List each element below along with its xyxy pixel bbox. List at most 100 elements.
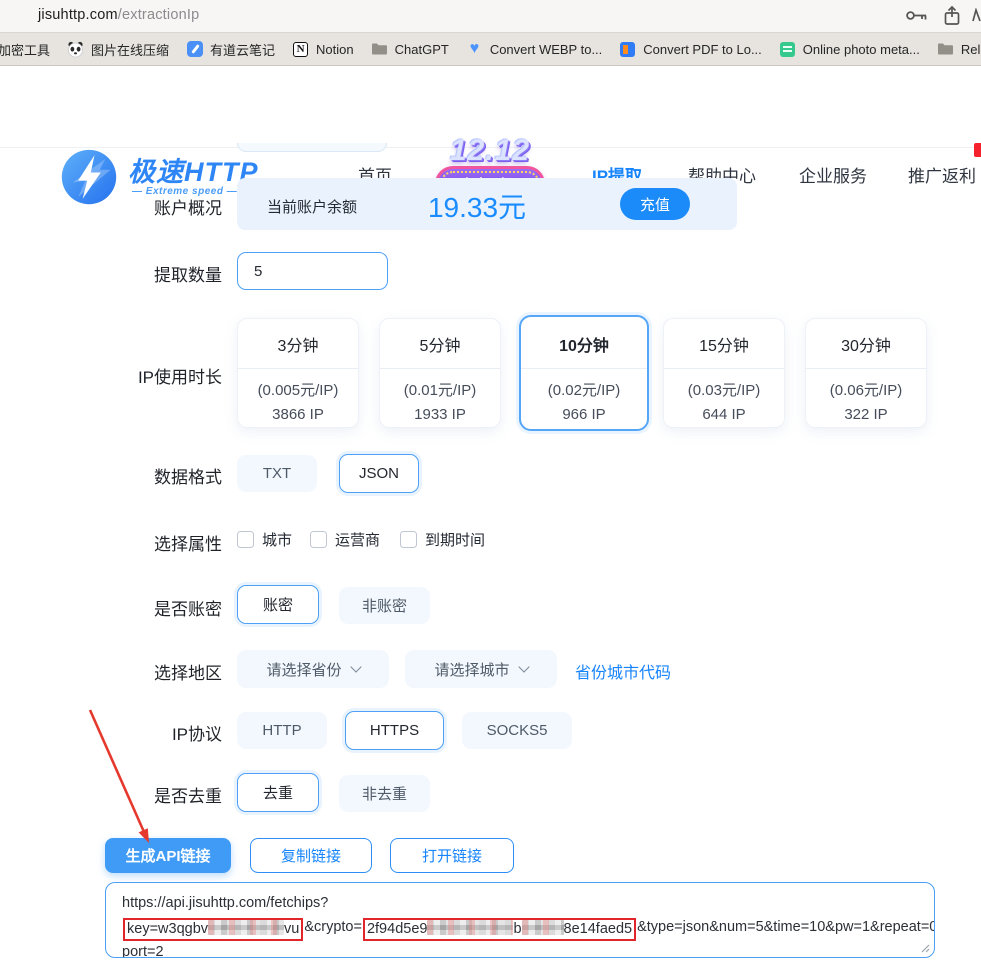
pixelated-crypto-blur [427,919,514,935]
auth-label: 是否账密 [154,600,222,619]
bookmark-youdao-note[interactable]: 有道云笔记 [186,40,275,59]
checkbox-box[interactable] [310,531,327,548]
duration-price: (0.005元/IP) [257,382,339,399]
bookmark-convert-webp[interactable]: ♥ Convert WEBP to... [466,40,603,58]
duration-count: 322 IP [844,406,888,423]
protocol-label: IP协议 [171,725,222,744]
browser-chrome: jisuhttp.com/extractionIp [0,0,981,33]
city-select[interactable]: 请选择城市 [405,650,557,688]
checkbox-label: 到期时间 [425,532,486,549]
duration-count: 1933 IP [414,406,466,423]
api-url-params: &type=json&num=5&time=10&pw=1&repeat=0& [637,918,935,935]
bookmark-chatgpt-folder[interactable]: ChatGPT [371,41,449,58]
protocol-option-https-selected[interactable]: HTTPS [345,711,444,750]
bookmark-notion[interactable]: N Notion [292,41,354,58]
generate-api-link-button[interactable]: 生成API链接 [105,838,231,873]
bookmark-label: 有道云笔记 [210,42,276,58]
checkbox-expire-time[interactable]: 到期时间 [400,529,485,550]
crypto-param-label: &crypto= [304,918,362,935]
protocol-option-socks5[interactable]: SOCKS5 [462,712,572,749]
bookmark-label: 加密工具 [0,42,51,58]
url-path: /extractionIp [117,7,200,23]
auth-option-no-account[interactable]: 非账密 [339,587,430,624]
share-icon[interactable] [943,5,961,27]
panda-icon [67,41,84,58]
account-overview-label: 账户概况 [154,199,222,218]
page: jisuhttp.com/extractionIp 加密工具 图片在线压缩 有道… [0,0,981,971]
cutoff-input-sliver [237,143,387,152]
province-city-code-link[interactable]: 省份城市代码 [575,659,671,683]
duration-option-5min[interactable]: 5分钟 (0.01元/IP) 1933 IP [379,318,501,428]
crypto-start: 2f94d5e9 [366,920,428,937]
crypto-mid: b [513,920,522,937]
resize-handle-icon[interactable] [920,943,930,953]
password-key-icon[interactable] [905,7,929,24]
format-option-txt[interactable]: TXT [237,455,317,492]
data-format-label: 数据格式 [154,468,222,487]
duration-option-30min[interactable]: 30分钟 (0.06元/IP) 322 IP [805,318,927,428]
province-select[interactable]: 请选择省份 [237,650,389,688]
duration-title: 30分钟 [841,338,891,355]
bookmark-label: Convert PDF to Lo... [643,41,762,57]
checkbox-isp[interactable]: 运营商 [310,529,380,550]
key-redaction-box: key=w3qgbv vu [123,917,304,941]
partial-toolbar-icon[interactable] [972,8,981,24]
extract-quantity-label: 提取数量 [154,266,222,285]
duration-count: 644 IP [702,406,746,423]
heart-icon: ♥ [469,40,480,57]
duration-title: 5分钟 [419,338,461,355]
nav-referral[interactable]: 推广返利 [908,162,976,187]
duration-price: (0.03元/IP) [687,382,761,399]
checkbox-box[interactable] [400,531,417,548]
bookmark-photo-meta[interactable]: Online photo meta... [779,41,920,58]
account-panel: 当前账户余额 19.33元 充值 [237,178,737,230]
api-url-line3: port=2 [122,943,164,958]
notion-icon: N [292,41,309,58]
address-bar[interactable]: jisuhttp.com/extractionIp [38,7,199,23]
crypto-redaction-box: 2f94d5e9 b 8e14faed5 [362,917,637,941]
checkbox-box[interactable] [237,531,254,548]
chevron-down-icon [349,660,362,673]
api-url-line2: key=w3qgbv vu &crypto= 2f94d5e9 b 8e14faed5 &t… [122,916,934,941]
chevron-down-icon [517,660,530,673]
api-key-suffix: vu [284,920,300,937]
duration-count: 3866 IP [272,406,324,423]
auth-option-account-selected[interactable]: 账密 [237,585,319,624]
api-url-textarea[interactable]: https://api.jisuhttp.com/fetchips? key=w… [105,882,935,958]
bookmark-encrypt-tool[interactable]: 加密工具 [0,40,50,59]
recharge-button[interactable]: 充值 [620,188,690,220]
bookmark-image-compress[interactable]: 图片在线压缩 [67,40,169,59]
duration-title: 10分钟 [559,338,609,355]
checkbox-city[interactable]: 城市 [237,529,292,550]
region-label: 选择地区 [154,664,222,683]
pixelated-crypto-blur2 [521,919,564,935]
bookmark-label: 图片在线压缩 [91,42,170,58]
bookmark-label: Online photo meta... [802,41,920,57]
api-key-prefix: key=w3qgbv [127,920,209,937]
bookmarks-bar: 加密工具 图片在线压缩 有道云笔记 N Notion ChatGPT ♥ Con… [0,33,981,66]
duration-option-15min[interactable]: 15分钟 (0.03元/IP) 644 IP [663,318,785,428]
promo-date: 12.12 [449,134,531,167]
nav-referral-badge [974,143,981,157]
bookmark-label: Convert WEBP to... [489,41,603,57]
duration-title: 3分钟 [277,338,319,355]
duration-option-10min-selected[interactable]: 10分钟 (0.02元/IP) 966 IP [519,315,649,431]
duration-option-3min[interactable]: 3分钟 (0.005元/IP) 3866 IP [237,318,359,428]
province-placeholder: 请选择省份 [266,661,342,679]
bookmark-label: Relakkes [960,41,981,57]
bookmark-relakkes-folder[interactable]: Relakkes [937,41,981,58]
attributes-label: 选择属性 [154,535,222,554]
extract-quantity-input[interactable] [237,252,388,290]
nav-enterprise[interactable]: 企业服务 [799,162,867,187]
protocol-option-http[interactable]: HTTP [237,712,327,749]
copy-link-button[interactable]: 复制链接 [250,838,372,873]
format-option-json-selected[interactable]: JSON [339,454,419,493]
dedupe-label: 是否去重 [154,787,222,806]
duration-price: (0.06元/IP) [829,382,903,399]
dedupe-option-yes-selected[interactable]: 去重 [237,773,319,812]
bookmark-convert-pdf[interactable]: Convert PDF to Lo... [619,41,762,58]
open-link-button[interactable]: 打开链接 [390,838,514,873]
duration-count: 966 IP [562,406,606,423]
dedupe-option-no[interactable]: 非去重 [339,775,430,812]
photo-meta-icon [779,41,796,58]
